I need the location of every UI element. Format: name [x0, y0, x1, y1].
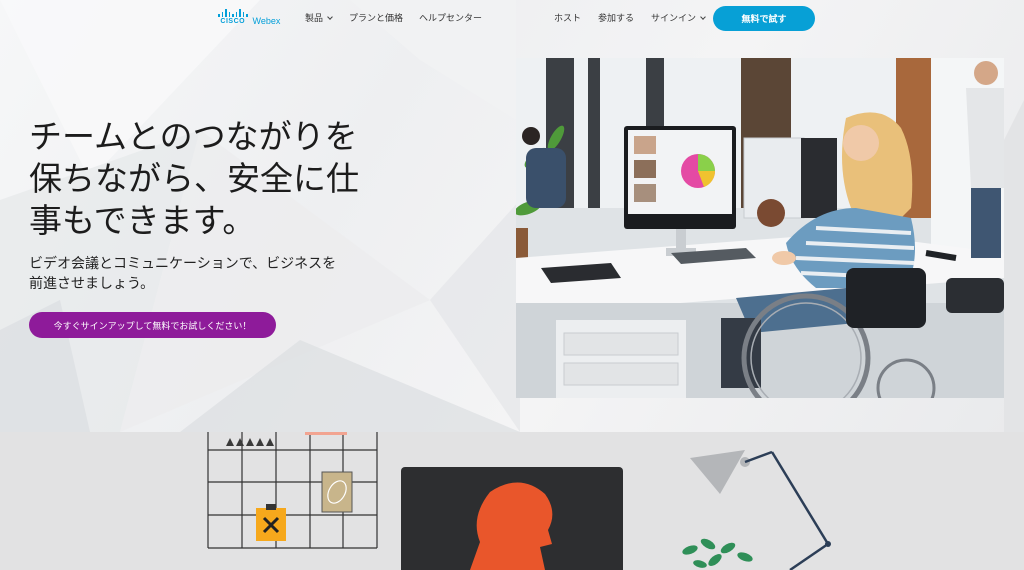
headline-line-2: 保ちながら、安全に仕 — [29, 159, 359, 198]
headline-line-1: チームとのつながりを — [29, 117, 358, 156]
signup-cta-button[interactable]: 今すぐサインアップして無料でお試しください！ — [29, 312, 276, 338]
nav-products-label: 製品 — [305, 14, 324, 24]
nav-help-center[interactable]: ヘルプセンター — [419, 11, 482, 24]
nav-join[interactable]: 参加する — [598, 11, 634, 24]
logo-product-text: Webex — [252, 16, 281, 26]
office-illustration — [207, 432, 831, 570]
illustration-section — [0, 432, 1024, 570]
nav-join-label: 参加する — [598, 14, 635, 24]
office-photo-illustration — [516, 58, 1004, 398]
nav-products[interactable]: 製品 — [305, 11, 333, 24]
nav-sign-in[interactable]: サインイン — [651, 11, 706, 24]
cisco-logo-icon: CISCO — [218, 9, 248, 26]
headline-line-3: 事もできます。 — [29, 201, 256, 240]
hero-office-photo — [516, 58, 1004, 398]
nav-plans-label: プランと価格 — [349, 14, 404, 24]
subcopy-line-1: ビデオ会議とコミュニケーションで、ビジネスを — [29, 256, 337, 272]
nav-plans-pricing[interactable]: プランと価格 — [349, 11, 403, 24]
nav-sign-in-label: サインイン — [651, 14, 697, 24]
subcopy-line-2: 前進させましょう。 — [29, 276, 155, 292]
hero-subcopy: ビデオ会議とコミュニケーションで、ビジネスを 前進させましょう。 — [29, 254, 389, 294]
nav-help-label: ヘルプセンター — [419, 14, 483, 24]
chevron-down-icon — [700, 13, 706, 20]
cisco-webex-logo[interactable]: CISCO Webex — [218, 9, 280, 26]
chevron-down-icon — [327, 13, 333, 20]
hero-headline: チームとのつながりを 保ちながら、安全に仕 事もできます。 — [29, 116, 409, 242]
top-navigation: CISCO Webex 製品 プランと価格 ヘルプセンター ホスト 参加する サ… — [0, 0, 1024, 38]
logo-company-text: CISCO — [220, 18, 246, 25]
nav-host-label: ホスト — [554, 14, 582, 24]
free-trial-button[interactable]: 無料で試す — [713, 6, 815, 31]
nav-host[interactable]: ホスト — [554, 11, 581, 24]
